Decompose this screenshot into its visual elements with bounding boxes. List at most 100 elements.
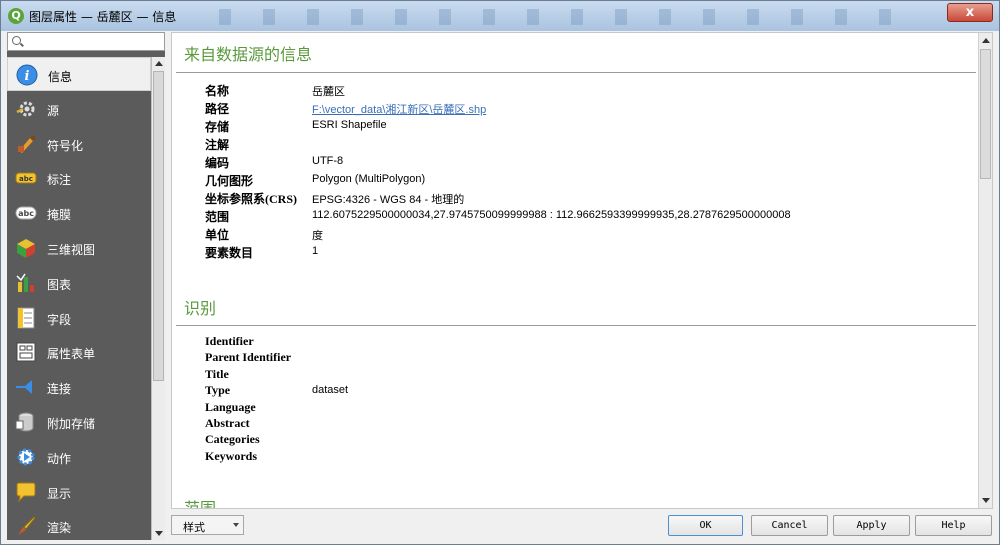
scroll-up-arrow-icon[interactable] xyxy=(155,61,163,66)
cancel-button[interactable]: Cancel xyxy=(751,515,828,536)
info-value: Polygon (MultiPolygon) xyxy=(312,173,426,185)
content-scrollbar-thumb[interactable] xyxy=(980,49,991,179)
info-key: 坐标参照系(CRS) xyxy=(205,192,297,206)
sidebar-item[interactable]: 三维视图 xyxy=(7,231,151,265)
content-scrollbar[interactable] xyxy=(978,33,992,508)
info-key: 路径 xyxy=(205,102,230,116)
sidebar-item[interactable]: 连接 xyxy=(7,370,151,404)
info-row: 路径 F:\vector_data\湘江新区\岳麓区.shp xyxy=(205,100,975,118)
info-key: Type xyxy=(205,383,231,398)
title-bar[interactable]: Q 图层属性 — 岳麓区 — 信息 x xyxy=(1,1,999,31)
sidebar-item[interactable]: 属性表单 xyxy=(7,335,151,369)
sidebar-item[interactable]: i 信息 xyxy=(7,57,151,91)
sidebar-scrollbar-thumb[interactable] xyxy=(153,71,164,381)
sidebar-item[interactable]: abc 掩膜 xyxy=(7,196,151,230)
path-link[interactable]: F:\vector_data\湘江新区\岳麓区.shp xyxy=(312,101,486,117)
search-box[interactable] xyxy=(7,32,165,51)
info-row: 单位 度 xyxy=(205,226,975,244)
scroll-down-arrow-icon[interactable] xyxy=(982,498,990,503)
sidebar-item-label: 三维视图 xyxy=(47,243,96,257)
sidebar-item[interactable]: 符号化 xyxy=(7,127,151,161)
section-title-source-info: 来自数据源的信息 xyxy=(184,45,313,64)
info-value: 度 xyxy=(312,230,323,242)
scroll-down-arrow-icon[interactable] xyxy=(155,531,163,536)
rendering-icon xyxy=(15,515,37,537)
ok-button[interactable]: OK xyxy=(668,515,743,536)
scroll-up-arrow-icon[interactable] xyxy=(982,38,990,43)
section-divider xyxy=(176,325,976,326)
sidebar-item[interactable]: abc 标注 xyxy=(7,161,151,195)
info-key: 注解 xyxy=(205,138,230,152)
help-button[interactable]: Help xyxy=(915,515,992,536)
info-panel: 来自数据源的信息 名称 岳麓区路径 F:\vector_data\湘江新区\岳麓区.… xyxy=(171,32,993,509)
info-value: ESRI Shapefile xyxy=(312,119,387,131)
source-icon xyxy=(15,98,37,120)
sidebar: i 信息源符号化 abc 标注 abc 掩膜 三维视图 图表 字段 属性表单 连接 附加存储 动作 显示渲… xyxy=(7,32,165,540)
close-button[interactable]: x xyxy=(947,3,993,22)
info-row: Parent Identifier xyxy=(205,350,975,368)
sidebar-item-label: 属性表单 xyxy=(47,347,96,362)
symbology-icon xyxy=(15,133,37,155)
sidebar-item[interactable]: 动作 xyxy=(7,440,151,474)
window-title: 图层属性 — 岳麓区 — 信息 xyxy=(29,10,177,24)
section-title-extent: 范围 xyxy=(184,499,217,509)
layer-properties-window: Q 图层属性 — 岳麓区 — 信息 x i 信息源符号化 abc 标注 abc 掩膜 三维视… xyxy=(0,0,1000,545)
style-dropdown[interactable]: 样式 xyxy=(171,515,244,535)
info-key: Categories xyxy=(205,432,260,447)
info-icon: i xyxy=(16,64,38,86)
info-key: 范围 xyxy=(205,210,230,224)
attribute-form-icon xyxy=(15,341,37,363)
sidebar-item[interactable]: 渲染 xyxy=(7,509,151,543)
info-row: 注解 xyxy=(205,136,975,154)
diagram-icon xyxy=(15,272,37,294)
labels-icon: abc xyxy=(15,167,37,189)
sidebar-item-label: 信息 xyxy=(48,70,73,84)
info-row: 名称 岳麓区 xyxy=(205,82,975,100)
info-key: 编码 xyxy=(205,156,230,170)
info-row: Keywords xyxy=(205,449,975,467)
sidebar-item[interactable]: 源 xyxy=(7,92,151,126)
info-row: Language xyxy=(205,400,975,418)
section-title-identification: 识别 xyxy=(184,299,217,318)
sidebar-item[interactable]: 字段 xyxy=(7,301,151,335)
info-key: Abstract xyxy=(205,416,250,430)
sidebar-item-label: 连接 xyxy=(47,382,72,397)
actions-icon xyxy=(15,446,37,468)
info-row: 存储 ESRI Shapefile xyxy=(205,118,975,136)
info-value: 112.6075229500000034,27.9745750099999988… xyxy=(312,209,791,221)
info-key: 单位 xyxy=(205,228,230,242)
info-row: 要素数目 1 xyxy=(205,244,975,262)
info-value: EPSG:4326 - WGS 84 - 地理的 xyxy=(312,194,465,206)
svg-text:abc: abc xyxy=(19,175,33,183)
info-value: 1 xyxy=(312,245,319,257)
joins-icon xyxy=(15,376,37,398)
section-divider xyxy=(176,72,976,73)
info-row: Type dataset xyxy=(205,383,975,401)
search-icon xyxy=(12,36,21,45)
sidebar-nav-list: i 信息源符号化 abc 标注 abc 掩膜 三维视图 图表 字段 属性表单 连接 附加存储 动作 显示渲… xyxy=(7,57,151,540)
display-icon xyxy=(15,481,37,503)
sidebar-item-label: 掩膜 xyxy=(47,208,72,223)
info-key: 要素数目 xyxy=(205,246,254,260)
sidebar-item[interactable]: 显示 xyxy=(7,475,151,509)
mask-icon: abc xyxy=(15,202,37,224)
sidebar-item[interactable]: 附加存储 xyxy=(7,405,151,439)
sidebar-item[interactable]: 图表 xyxy=(7,266,151,300)
sidebar-item-label: 源 xyxy=(47,103,60,118)
apply-button[interactable]: Apply xyxy=(833,515,910,536)
info-row: 几何图形 Polygon (MultiPolygon) xyxy=(205,172,975,190)
info-row: Categories xyxy=(205,432,975,450)
svg-text:abc: abc xyxy=(18,209,34,218)
info-key: Parent Identifier xyxy=(205,350,292,365)
qgis-logo-icon: Q xyxy=(8,8,24,24)
search-input[interactable] xyxy=(26,34,161,49)
sidebar-item-label: 显示 xyxy=(47,486,72,501)
fields-icon xyxy=(15,307,37,329)
title-bar-background xyxy=(201,9,921,25)
info-value: dataset xyxy=(312,384,349,397)
info-row: Title xyxy=(205,367,975,385)
svg-text:i: i xyxy=(25,69,30,84)
sidebar-item-label: 字段 xyxy=(47,312,72,327)
info-key: 几何图形 xyxy=(205,174,254,188)
sidebar-scrollbar[interactable] xyxy=(151,57,165,540)
